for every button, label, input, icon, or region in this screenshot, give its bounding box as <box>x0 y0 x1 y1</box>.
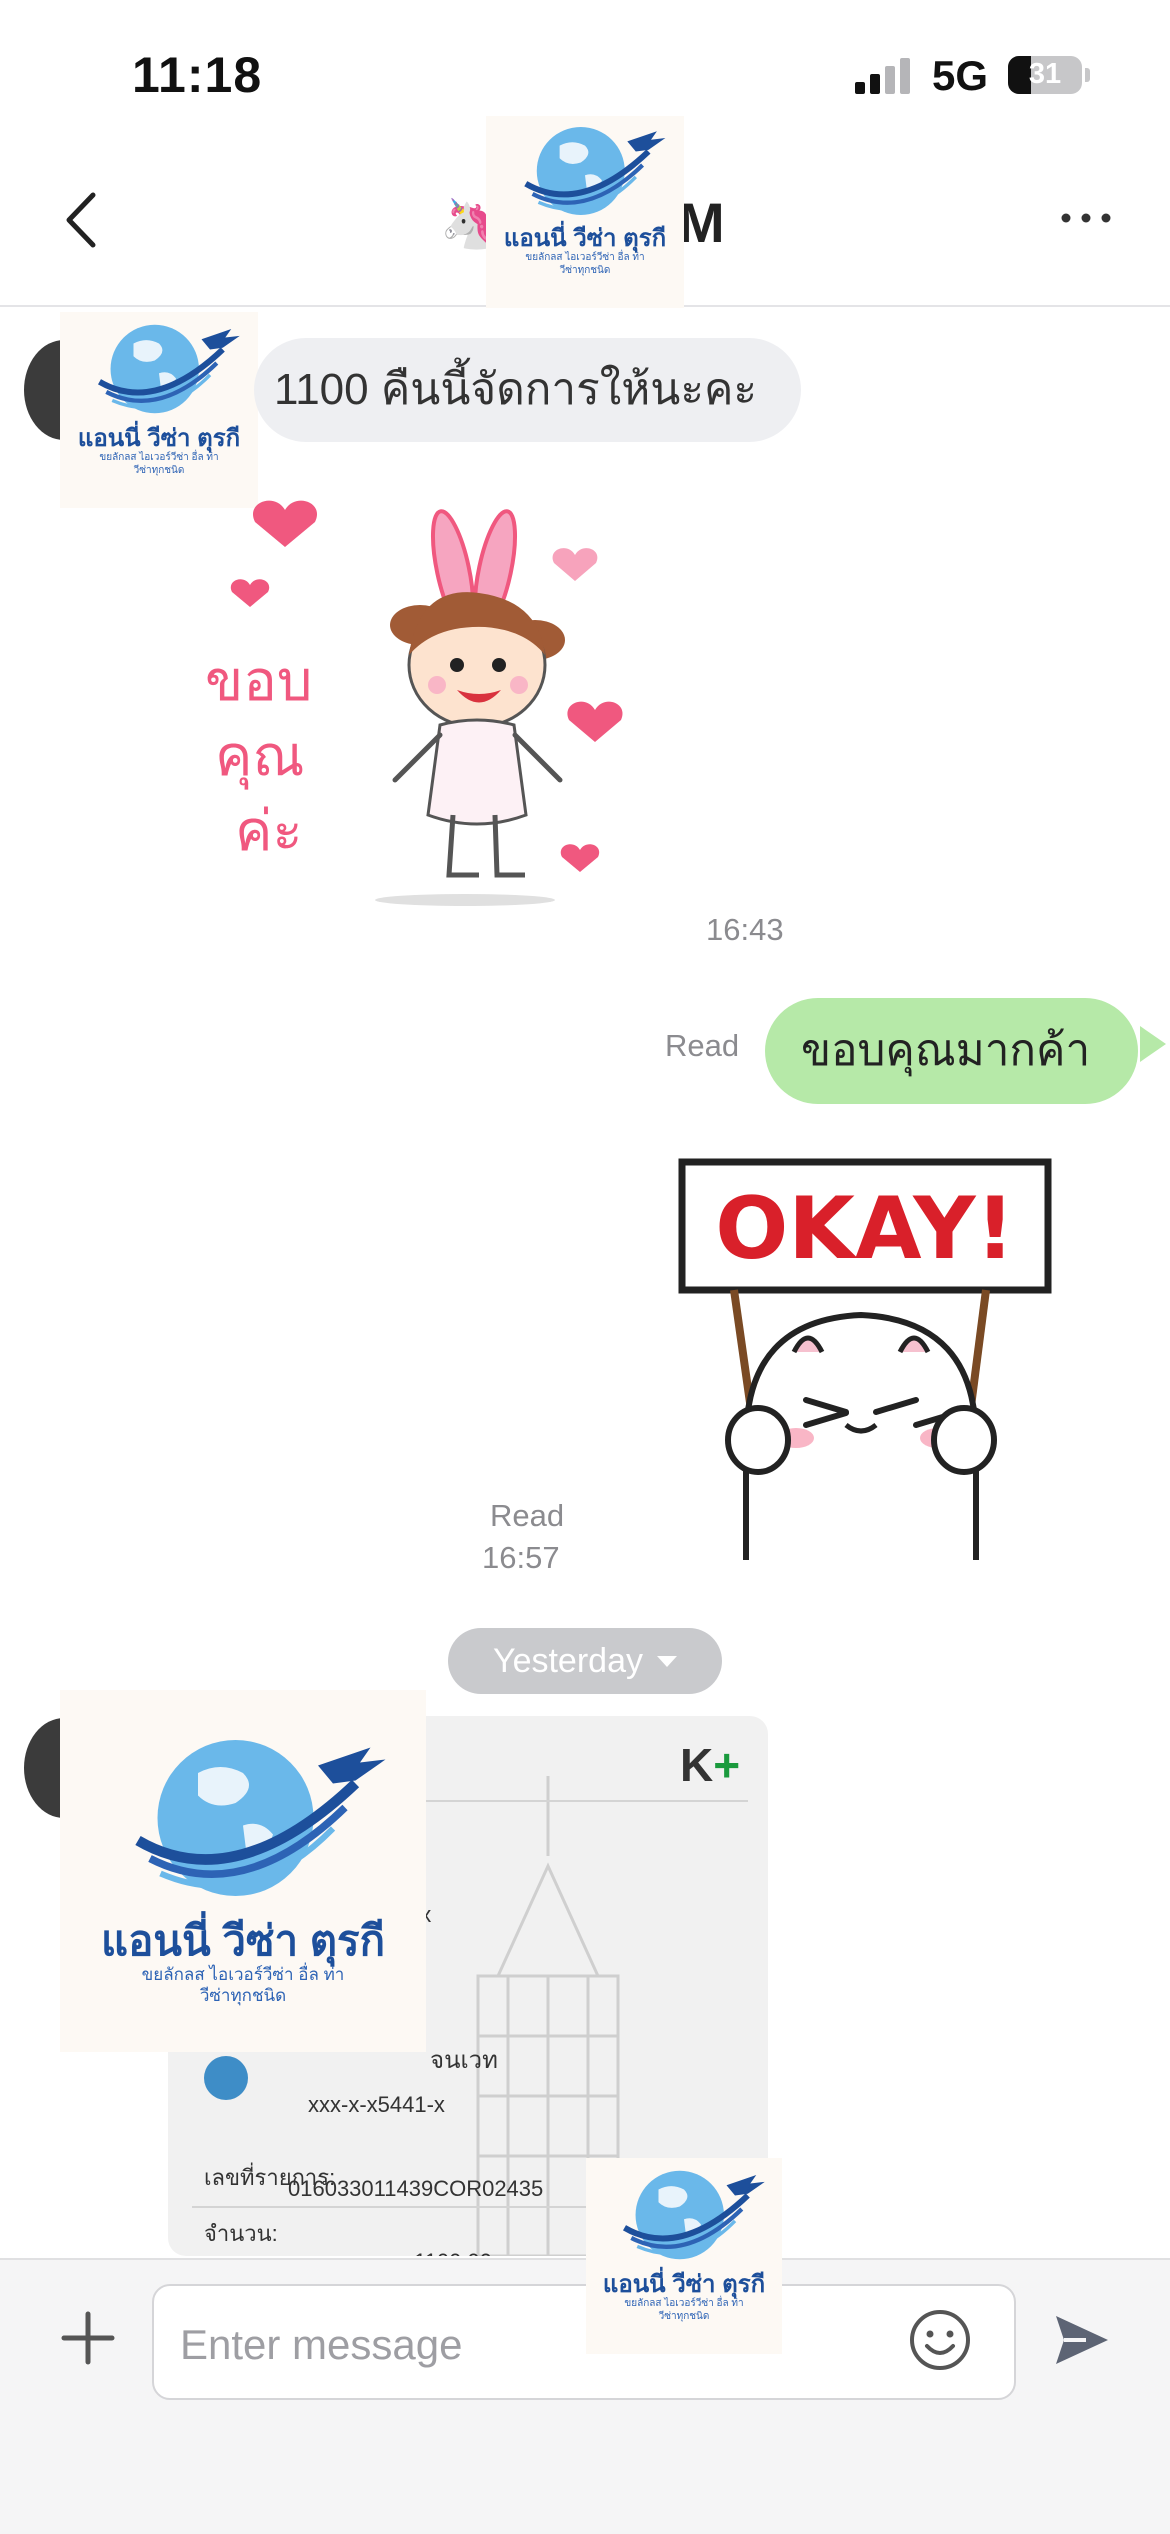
sticker-text-line-3: ค่ะ <box>235 799 303 864</box>
ellipsis-icon <box>1061 213 1111 223</box>
more-options-button[interactable] <box>1058 198 1114 238</box>
smiley-icon <box>910 2310 970 2370</box>
watermark-brand: แอนนี่ วีซ่า ตุรกี <box>602 2271 766 2298</box>
globe-plane-icon <box>98 324 240 414</box>
battery-tip <box>1085 68 1090 82</box>
kplus-letter: K <box>680 1739 714 1791</box>
watermark-logo: แอนนี่ วีซ่า ตุรกี ขยลักลส ไอเวอร์วีซ่า … <box>486 116 684 308</box>
watermark-tagline-2: วีซ่าทุกชนิด <box>133 464 185 476</box>
sticker-okay[interactable]: OKAY! <box>676 1150 1056 1570</box>
chat-title[interactable]: M <box>678 190 725 255</box>
sticker-thank-you[interactable]: ขอบ คุณ ค่ะ <box>195 490 665 940</box>
network-type: 5G <box>932 52 989 99</box>
globe-plane-icon <box>524 127 666 215</box>
status-time: 11:18 <box>132 47 263 103</box>
receipt-amount-partial: 1100.00 บาท <box>414 2244 539 2256</box>
sticker-text-line-1: ขอบ <box>205 649 312 714</box>
receipt-recipient-fragment: จนเวท <box>430 2047 498 2074</box>
globe-plane-icon <box>135 1740 386 1896</box>
bear-okay-sticker-icon: OKAY! <box>678 1158 1052 1570</box>
receipt-amount-label: จำนวน: <box>204 2221 278 2246</box>
watermark-tagline-2: วีซ่าทุกชนิด <box>199 1986 287 2006</box>
watermark-tagline-2: วีซ่าทุกชนิด <box>658 2310 710 2322</box>
add-attachment-button[interactable] <box>60 2310 116 2366</box>
send-button[interactable] <box>1052 2310 1112 2370</box>
watermark-brand: แอนนี่ วีซ่า ตุรกี <box>101 1917 385 1964</box>
chevron-left-icon <box>66 192 96 248</box>
watermark-brand: แอนนี่ วีซ่า ตุรกี <box>77 425 241 452</box>
watermark-tagline-1: ขยลักลส ไอเวอร์วีซ่า อื่ล ท่า <box>141 1965 345 1985</box>
watermark-logo: แอนนี่ วีซ่า ตุรกี ขยลักลส ไอเวอร์วีซ่า … <box>586 2158 782 2354</box>
battery-percent: 31 <box>1028 58 1062 90</box>
message-time: 16:43 <box>706 912 784 947</box>
watermark-tagline-1: ขยลักลส ไอเวอร์วีซ่า อื่ล ท่า <box>99 452 219 464</box>
watermark-logo: แอนนี่ วีซ่า ตุรกี ขยลักลส ไอเวอร์วีซ่า … <box>60 312 258 508</box>
sticker-okay-text: OKAY! <box>715 1179 1015 1279</box>
incoming-message-bubble[interactable]: 1100 คืนนี้จัดการให้นะคะ <box>254 338 802 442</box>
watermark-tagline-1: ขยลักลส ไอเวอร์วีซ่า อื่ล ท่า <box>624 2298 744 2310</box>
outgoing-bubble-tail <box>1140 1026 1166 1062</box>
sticker-text-line-2: คุณ <box>215 724 304 790</box>
cellular-signal-icon <box>855 58 911 94</box>
battery-icon: 31 <box>1008 56 1082 94</box>
receipt-ref-value: 016033011439COR02435 <box>288 2176 544 2201</box>
back-button[interactable] <box>55 185 115 255</box>
globe-plane-icon <box>623 2170 765 2260</box>
kplus-plus: + <box>713 1739 741 1791</box>
outgoing-message-bubble[interactable]: ขอบคุณมากค้า <box>765 998 1139 1104</box>
watermark-brand: แอนนี่ วีซ่า ตุรกี <box>503 225 667 252</box>
emoji-button[interactable] <box>908 2308 972 2372</box>
message-input-placeholder: Enter message <box>180 2321 463 2368</box>
bank-logo-icon <box>204 2056 248 2100</box>
date-divider[interactable]: Yesterday <box>448 1628 722 1694</box>
watermark-logo: แอนนี่ วีซ่า ตุรกี ขยลักลส ไอเวอร์วีซ่า … <box>60 1690 426 2052</box>
read-receipt: Read <box>490 1498 565 1533</box>
message-time: 16:57 <box>482 1540 560 1575</box>
watermark-tagline-2: วีซ่าทุกชนิด <box>559 264 611 276</box>
read-receipt: Read <box>665 1028 740 1063</box>
kplus-logo: K+ <box>680 1738 740 1792</box>
caret-down-icon <box>656 1656 677 1667</box>
send-arrow-icon <box>1056 2316 1108 2364</box>
receipt-account: xxx-x-x5441-x <box>308 2092 445 2117</box>
girl-bunny-sticker-icon: ขอบ คุณ ค่ะ <box>205 500 623 906</box>
watermark-tagline-1: ขยลักลส ไอเวอร์วีซ่า อื่ล ท่า <box>525 252 645 264</box>
date-divider-label: Yesterday <box>493 1642 643 1680</box>
plus-icon <box>61 2311 115 2365</box>
